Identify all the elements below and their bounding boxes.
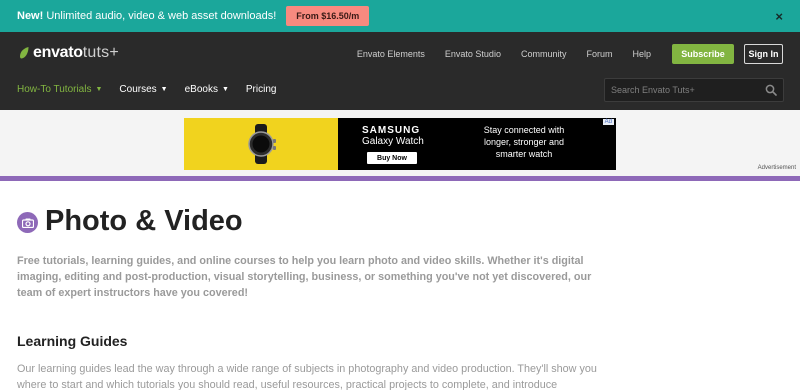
- camera-icon: [17, 212, 38, 233]
- nav-label: Courses: [119, 84, 157, 95]
- category-intro: Free tutorials, learning guides, and onl…: [17, 255, 592, 299]
- learning-guides-heading: Learning Guides: [17, 333, 128, 349]
- search-icon[interactable]: [765, 84, 777, 96]
- page-title: Photo & Video: [45, 205, 243, 237]
- nav-label: eBooks: [184, 84, 218, 95]
- close-icon[interactable]: ×: [775, 9, 783, 24]
- promo-message: Unlimited audio, video & web asset downl…: [46, 10, 277, 22]
- learning-guides-description: Our learning guides lead the way through…: [17, 363, 597, 390]
- search-input[interactable]: [605, 79, 761, 101]
- sign-in-button[interactable]: Sign In: [744, 44, 783, 64]
- ad-tagline: Stay connected with longer, stronger and…: [483, 125, 565, 159]
- chevron-down-icon: ▼: [160, 86, 168, 93]
- samsung-ad-banner[interactable]: SAMSUNG Galaxy Watch Buy Now Stay connec…: [184, 118, 616, 170]
- search-box: [604, 78, 784, 102]
- ad-image-panel: [184, 118, 338, 170]
- ad-copy-panel: SAMSUNG Galaxy Watch Buy Now Stay connec…: [338, 118, 616, 170]
- smartwatch-icon: [248, 124, 276, 164]
- category-color-bar: [0, 176, 800, 181]
- ad-badge[interactable]: Ad: [602, 119, 614, 125]
- subscribe-button[interactable]: Subscribe: [672, 44, 734, 64]
- logo-tuts-text: tuts+: [82, 44, 119, 61]
- nav-pricing[interactable]: Pricing: [246, 84, 277, 95]
- topnav-envato-elements[interactable]: Envato Elements: [357, 49, 425, 59]
- advertisement-area: SAMSUNG Galaxy Watch Buy Now Stay connec…: [0, 110, 800, 176]
- chevron-down-icon: ▼: [95, 86, 103, 93]
- top-navigation: Envato Elements Envato Studio Community …: [337, 44, 783, 64]
- promo-pricing-button[interactable]: From $16.50/m: [286, 6, 370, 26]
- ad-brand: SAMSUNG: [362, 125, 421, 136]
- nav-label: How-To Tutorials: [17, 84, 92, 95]
- promo-banner: New! Unlimited audio, video & web asset …: [0, 0, 800, 32]
- ad-product: Galaxy Watch: [362, 136, 424, 147]
- promo-lead: New!: [17, 10, 44, 22]
- main-navigation: How-To Tutorials ▼ Courses ▼ eBooks ▼ Pr…: [17, 84, 293, 95]
- nav-ebooks[interactable]: eBooks ▼: [185, 84, 229, 95]
- nav-how-to-tutorials[interactable]: How-To Tutorials ▼: [17, 84, 102, 95]
- promo-text: New! Unlimited audio, video & web asset …: [17, 10, 276, 22]
- nav-label: Pricing: [245, 84, 277, 95]
- advertisement-label: Advertisement: [757, 165, 796, 171]
- topnav-community[interactable]: Community: [521, 49, 567, 59]
- topnav-help[interactable]: Help: [632, 49, 651, 59]
- logo-envato-text: envato: [33, 44, 83, 61]
- ad-buy-now-button[interactable]: Buy Now: [367, 152, 417, 164]
- topnav-envato-studio[interactable]: Envato Studio: [445, 49, 501, 59]
- chevron-down-icon: ▼: [221, 86, 229, 93]
- site-header: envato tuts+ Envato Elements Envato Stud…: [0, 32, 800, 110]
- envato-tuts-logo[interactable]: envato tuts+: [17, 42, 119, 64]
- nav-courses[interactable]: Courses ▼: [119, 84, 167, 95]
- leaf-icon: [20, 47, 29, 59]
- topnav-forum[interactable]: Forum: [586, 49, 612, 59]
